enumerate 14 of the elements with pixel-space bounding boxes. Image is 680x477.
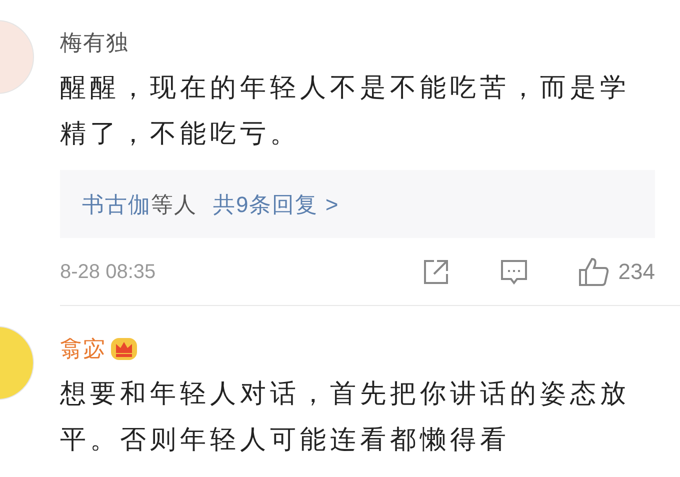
timestamp: 8-28 08:35 <box>60 260 157 284</box>
replies-preview[interactable]: 书古伽等人 共9条回复 > <box>60 170 655 238</box>
username[interactable]: 梅有独 <box>60 26 129 58</box>
comment-text: 想要和年轻人对话，首先把你讲话的姿态放平。否则年轻人可能连看都懒得看 <box>60 377 631 456</box>
like-count: 234 <box>618 258 655 286</box>
share-icon[interactable] <box>422 258 450 286</box>
reply-user-link[interactable]: 书古伽 <box>82 188 151 220</box>
reply-label: 等人 <box>151 190 197 218</box>
comment-icon[interactable] <box>500 258 528 286</box>
like-icon[interactable] <box>578 256 610 286</box>
comment-text: 醒醒，现在的年轻人不是不能吃苦，而是学精了，不能吃亏。 <box>60 71 631 150</box>
reply-count-link[interactable]: 共9条回复 > <box>213 188 340 220</box>
crown-badge-icon <box>110 335 138 361</box>
username[interactable]: 翕宓 <box>60 332 106 364</box>
